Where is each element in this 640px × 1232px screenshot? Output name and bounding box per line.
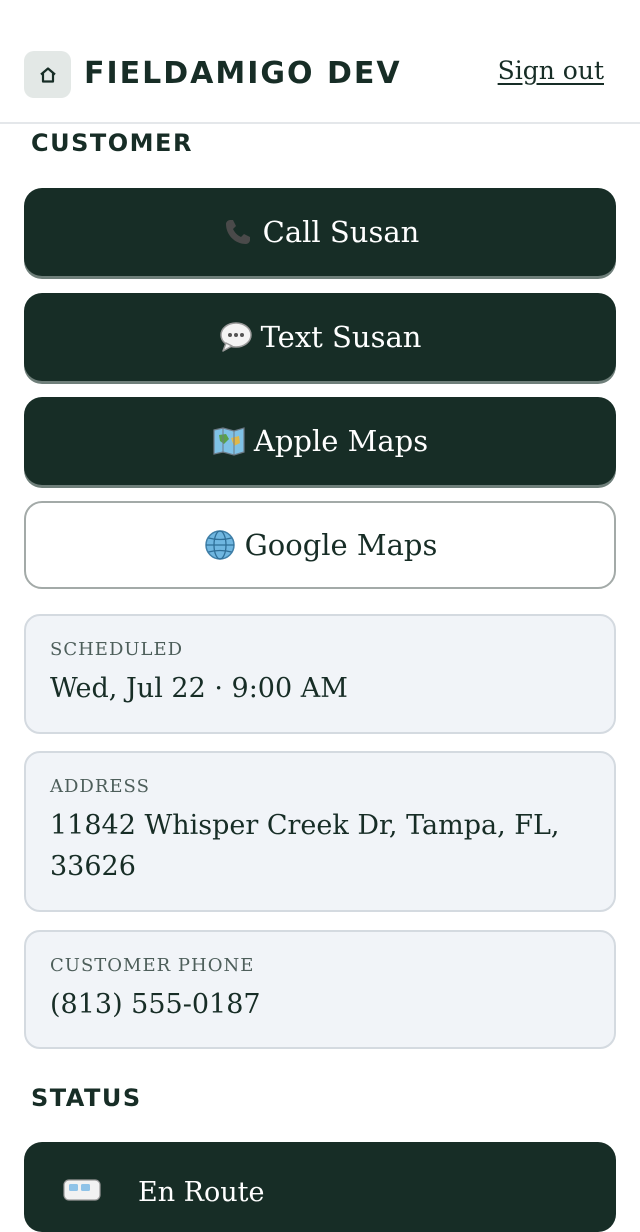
home-button[interactable] xyxy=(24,51,71,98)
speech-bubble-icon xyxy=(219,320,253,354)
top-bar: FIELDAMIGO DEV Sign out xyxy=(0,0,640,124)
home-icon xyxy=(39,66,56,83)
text-customer-label: Text Susan xyxy=(260,320,422,354)
customer-phone-value: (813) 555-0187 xyxy=(50,989,261,1020)
sign-out-link[interactable]: Sign out xyxy=(498,56,604,85)
apple-maps-button[interactable]: Apple Maps xyxy=(24,397,616,485)
address-value: 11842 Whisper Creek Dr, Tampa, FL, 33626 xyxy=(50,810,560,882)
address-label: ADDRESS xyxy=(50,776,150,797)
van-icon xyxy=(62,1176,104,1210)
status-en-route-button[interactable]: En Route xyxy=(24,1142,616,1232)
status-label: En Route xyxy=(138,1177,265,1208)
customer-phone-card: CUSTOMER PHONE (813) 555-0187 xyxy=(24,930,616,1049)
call-customer-button[interactable]: Call Susan xyxy=(24,188,616,276)
google-maps-label: Google Maps xyxy=(244,528,438,562)
customer-heading: CUSTOMER xyxy=(31,129,193,157)
scheduled-label: SCHEDULED xyxy=(50,639,184,660)
text-customer-button[interactable]: Text Susan xyxy=(24,293,616,381)
address-card: ADDRESS 11842 Whisper Creek Dr, Tampa, F… xyxy=(24,751,616,912)
customer-phone-label: CUSTOMER PHONE xyxy=(50,955,255,976)
globe-icon xyxy=(203,528,237,562)
phone-icon xyxy=(221,215,255,249)
call-customer-label: Call Susan xyxy=(262,215,420,249)
scheduled-value: Wed, Jul 22 · 9:00 AM xyxy=(50,673,348,704)
apple-maps-label: Apple Maps xyxy=(253,424,429,458)
app-title: FIELDAMIGO DEV xyxy=(84,56,402,91)
map-icon xyxy=(212,424,246,458)
status-heading: STATUS xyxy=(31,1084,142,1112)
google-maps-button[interactable]: Google Maps xyxy=(24,501,616,589)
scheduled-card: SCHEDULED Wed, Jul 22 · 9:00 AM xyxy=(24,614,616,734)
